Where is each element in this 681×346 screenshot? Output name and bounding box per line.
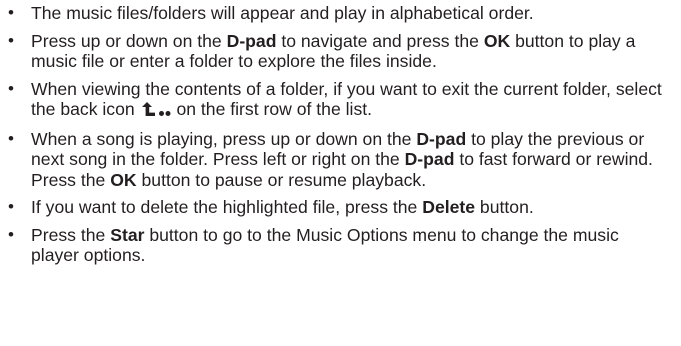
list-item-song-playing: When a song is playing, press up or down… [6,129,669,191]
list-item-star-options: Press the Star button to go to the Music… [6,225,669,266]
instruction-list: The music files/folders will appear and … [6,3,669,266]
key-dpad: D-pad [416,128,467,149]
list-item-exit-folder: When viewing the contents of a folder, i… [6,79,669,122]
key-ok: OK [110,169,137,190]
list-item-navigate: Press up or down on the D-pad to navigat… [6,31,669,72]
list-item-delete: If you want to delete the highlighted fi… [6,197,669,218]
key-ok: OK [483,30,511,51]
key-dpad: D-pad [404,149,455,169]
key-delete: Delete [422,197,476,217]
back-arrow-icon [141,101,156,122]
key-star: Star [110,224,145,245]
parent-folder-dots-icon [158,101,172,122]
list-item-alphabetical-order: The music files/folders will appear and … [6,3,669,24]
instruction-document: The music files/folders will appear and … [0,0,681,346]
key-dpad: D-pad [226,30,277,51]
